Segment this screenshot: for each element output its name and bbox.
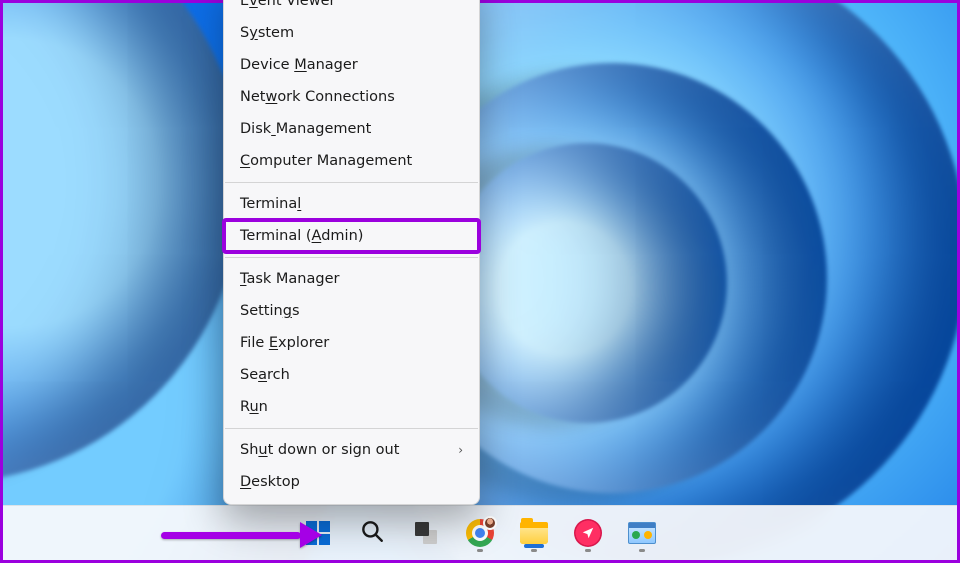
- ctx-item-task-manager[interactable]: Task Manager: [224, 263, 479, 295]
- ctx-item-label: Terminal: [240, 196, 301, 212]
- ctx-item-label: Disk Management: [240, 121, 371, 137]
- ctx-item-file-explorer[interactable]: File Explorer: [224, 327, 479, 359]
- active-indicator: [639, 549, 645, 552]
- ctx-item-shut-down-or-sign-out[interactable]: Shut down or sign out ›: [224, 434, 479, 466]
- ctx-item-label: Settings: [240, 303, 300, 319]
- folder-icon: [520, 522, 548, 544]
- google-chrome-button[interactable]: [459, 512, 501, 554]
- control-panel-button[interactable]: [621, 512, 663, 554]
- desktop-wallpaper: [3, 3, 957, 560]
- paper-plane-icon: [574, 519, 602, 547]
- menu-separator: [225, 428, 478, 429]
- search-icon: [359, 518, 385, 548]
- ctx-item-label: Device Manager: [240, 57, 358, 73]
- control-panel-icon: [628, 522, 656, 544]
- ctx-item-label: Desktop: [240, 474, 300, 490]
- task-view-icon: [415, 522, 437, 544]
- file-explorer-button[interactable]: [513, 512, 555, 554]
- menu-separator: [225, 182, 478, 183]
- active-indicator: [477, 549, 483, 552]
- ctx-item-label: System: [240, 25, 294, 41]
- ctx-item-settings[interactable]: Settings: [224, 295, 479, 327]
- ctx-item-label: Search: [240, 367, 290, 383]
- taskbar: [3, 505, 957, 560]
- task-view-button[interactable]: [405, 512, 447, 554]
- ctx-item-label: Event Viewer: [240, 0, 335, 9]
- ctx-item-terminal-admin[interactable]: Terminal (Admin): [224, 220, 479, 252]
- chevron-right-icon: ›: [458, 443, 463, 457]
- search-button[interactable]: [351, 512, 393, 554]
- ctx-item-label: Run: [240, 399, 268, 415]
- ctx-item-label: Terminal (Admin): [240, 228, 363, 244]
- annotation-arrow: [161, 522, 322, 548]
- active-indicator: [585, 549, 591, 552]
- ctx-item-search[interactable]: Search: [224, 359, 479, 391]
- chrome-profile-icon: [466, 519, 494, 547]
- ctx-item-disk-management[interactable]: Disk Management: [224, 113, 479, 145]
- ctx-item-computer-management[interactable]: Computer Management: [224, 145, 479, 177]
- ctx-item-device-manager[interactable]: Device Manager: [224, 49, 479, 81]
- ctx-item-run[interactable]: Run: [224, 391, 479, 423]
- ctx-item-label: Computer Management: [240, 153, 412, 169]
- ctx-item-event-viewer[interactable]: Event Viewer: [224, 0, 479, 17]
- ctx-item-terminal[interactable]: Terminal: [224, 188, 479, 220]
- ctx-item-desktop[interactable]: Desktop: [224, 466, 479, 498]
- ctx-item-network-connections[interactable]: Network Connections: [224, 81, 479, 113]
- ctx-item-label: Task Manager: [240, 271, 339, 287]
- menu-separator: [225, 257, 478, 258]
- red-circle-app-button[interactable]: [567, 512, 609, 554]
- winx-context-menu[interactable]: Event Viewer System Device Manager Network …: [223, 0, 480, 505]
- ctx-item-label: Shut down or sign out: [240, 442, 399, 458]
- active-indicator: [531, 549, 537, 552]
- ctx-item-label: Network Connections: [240, 89, 395, 105]
- ctx-item-label: File Explorer: [240, 335, 329, 351]
- ctx-item-system[interactable]: System: [224, 17, 479, 49]
